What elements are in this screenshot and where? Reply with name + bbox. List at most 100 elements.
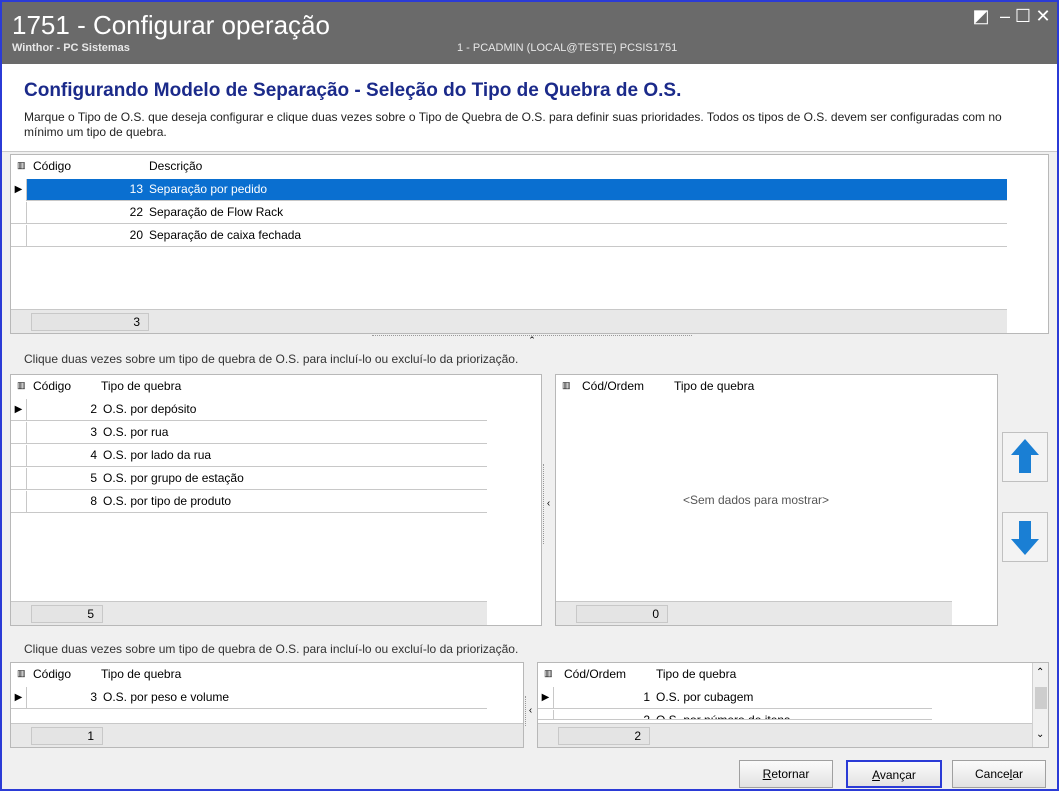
next-button[interactable]: Avançar — [846, 760, 942, 788]
row-indicator-icon: ▶ — [11, 399, 27, 421]
row-count: 0 — [576, 605, 668, 623]
row-code: 4 — [90, 448, 97, 462]
table-row[interactable]: 22 Separação de Flow Rack — [11, 202, 1007, 224]
cancel-button[interactable]: Cancelar — [952, 760, 1046, 788]
row-code: 22 — [129, 205, 143, 219]
column-chooser-icon[interactable]: ▥ — [17, 380, 26, 391]
table-row[interactable]: ▶ 2 O.S. por depósito — [11, 399, 487, 421]
column-header-type[interactable]: Tipo de quebra — [101, 379, 181, 393]
back-button-hotkey: R — [762, 767, 772, 781]
table-row[interactable]: 2 O.S. por número de itens — [538, 710, 932, 720]
scrollbar-thumb[interactable] — [1035, 687, 1047, 709]
grid-footer: 1 — [11, 723, 523, 747]
row-indicator-icon: ▶ — [11, 687, 27, 709]
column-header-code[interactable]: Código — [33, 379, 71, 393]
back-button[interactable]: Retornar — [739, 760, 833, 788]
back-button-label: etornar — [771, 767, 810, 781]
row-indicator — [11, 422, 27, 444]
row-code: 2 — [90, 402, 97, 416]
scroll-down-icon[interactable]: ⌄ — [1036, 729, 1044, 740]
table-row[interactable]: ▶ 13 Separação por pedido — [11, 179, 1007, 201]
row-indicator — [11, 445, 27, 467]
page-title: Configurando Modelo de Separação - Seleç… — [24, 80, 682, 101]
row-indicator — [11, 225, 27, 247]
column-header-type[interactable]: Tipo de quebra — [101, 667, 181, 681]
table-row[interactable]: ▶ 3 O.S. por peso e volume — [11, 687, 487, 709]
row-code: 3 — [90, 425, 97, 439]
grid-footer: 2 — [538, 723, 1032, 747]
column-header-type[interactable]: Tipo de quebra — [674, 379, 754, 393]
table-row[interactable]: 20 Separação de caixa fechada — [11, 225, 1007, 247]
hint-text: Clique duas vezes sobre um tipo de quebr… — [24, 352, 519, 366]
row-count: 1 — [31, 727, 103, 745]
wizard-header: Configurando Modelo de Separação - Seleç… — [2, 64, 1057, 152]
column-chooser-icon[interactable]: ▥ — [17, 160, 26, 171]
next-button-hotkey: A — [872, 768, 880, 782]
row-type: O.S. por rua — [103, 425, 169, 439]
vertical-splitter-handle[interactable]: ‹ — [543, 464, 553, 544]
grid-footer: 0 — [556, 601, 952, 625]
arrow-up-icon — [1011, 439, 1039, 473]
bottom-available-grid[interactable]: ▥ Código Tipo de quebra ▶ 3 O.S. por pes… — [10, 662, 524, 748]
row-type: O.S. por cubagem — [656, 690, 754, 704]
vertical-scrollbar[interactable]: ⌃ ⌄ — [1032, 663, 1048, 747]
row-type: O.S. por lado da rua — [103, 448, 212, 462]
row-description: Separação por pedido — [149, 182, 268, 196]
row-type: O.S. por número de itens — [656, 713, 791, 720]
row-indicator-icon: ▶ — [538, 687, 554, 709]
maximize-button[interactable]: ☐ — [1012, 6, 1034, 27]
table-row[interactable]: 4 O.S. por lado da rua — [11, 445, 487, 467]
move-down-button[interactable] — [1002, 512, 1048, 562]
column-header-code[interactable]: Código — [33, 159, 71, 173]
column-chooser-icon[interactable]: ▥ — [17, 668, 26, 679]
user-info: 1 - PCADMIN (LOCAL@TESTE) PCSIS1751 — [457, 42, 678, 54]
column-chooser-icon[interactable]: ▥ — [562, 380, 571, 391]
row-indicator — [11, 491, 27, 513]
column-header-type[interactable]: Tipo de quebra — [656, 667, 736, 681]
table-row[interactable]: 3 O.S. por rua — [11, 422, 487, 444]
close-button[interactable]: ✕ — [1032, 6, 1054, 27]
row-indicator — [11, 202, 27, 224]
table-row[interactable]: ▶ 1 O.S. por cubagem — [538, 687, 932, 709]
row-count: 5 — [31, 605, 103, 623]
row-code: 1 — [643, 690, 650, 704]
bottom-selected-grid[interactable]: ▥ Cód/Ordem Tipo de quebra ▶ 1 O.S. por … — [537, 662, 1049, 748]
table-row[interactable]: 5 O.S. por grupo de estação — [11, 468, 487, 490]
scroll-up-icon[interactable]: ⌃ — [1036, 667, 1044, 678]
splitter-handle[interactable]: ⌃ — [372, 335, 692, 345]
column-header-description[interactable]: Descrição — [149, 159, 202, 173]
window-subtitle: Winthor - PC Sistemas — [12, 42, 130, 54]
window-title: 1751 - Configurar operação — [12, 10, 330, 40]
row-type: O.S. por depósito — [103, 402, 197, 416]
column-header-code[interactable]: Código — [33, 667, 71, 681]
row-code: 2 — [643, 713, 650, 720]
column-chooser-icon[interactable]: ▥ — [544, 668, 553, 679]
column-header-order[interactable]: Cód/Ordem — [582, 379, 644, 393]
row-indicator-icon: ▶ — [11, 179, 27, 201]
vertical-splitter-handle[interactable]: ‹ — [525, 696, 535, 726]
column-header-order[interactable]: Cód/Ordem — [564, 667, 626, 681]
row-count: 2 — [558, 727, 650, 745]
restore-icon[interactable]: ◩ — [970, 6, 992, 27]
table-row[interactable]: 8 O.S. por tipo de produto — [11, 491, 487, 513]
selected-break-types-grid[interactable]: ▥ Cód/Ordem Tipo de quebra <Sem dados pa… — [555, 374, 998, 626]
available-break-types-grid[interactable]: ▥ Código Tipo de quebra ▶ 2 O.S. por dep… — [10, 374, 542, 626]
title-bar: 1751 - Configurar operação Winthor - PC … — [2, 2, 1057, 64]
row-indicator — [538, 710, 554, 719]
row-type: O.S. por grupo de estação — [103, 471, 244, 485]
row-code: 3 — [90, 690, 97, 704]
row-code: 20 — [129, 228, 143, 242]
row-count: 3 — [31, 313, 149, 331]
grid-footer: 5 — [11, 601, 487, 625]
hint-text: Clique duas vezes sobre um tipo de quebr… — [24, 642, 519, 656]
row-code: 13 — [129, 182, 143, 196]
os-type-grid[interactable]: ▥ Código Descrição ▶ 13 Separação por pe… — [10, 154, 1049, 334]
row-type: O.S. por peso e volume — [103, 690, 230, 704]
row-indicator — [11, 468, 27, 490]
row-code: 5 — [90, 471, 97, 485]
move-up-button[interactable] — [1002, 432, 1048, 482]
row-description: Separação de caixa fechada — [149, 228, 302, 242]
empty-message: <Sem dados para mostrar> — [682, 493, 830, 507]
cancel-button-label-end: ar — [1012, 767, 1024, 781]
main-window: 1751 - Configurar operação Winthor - PC … — [0, 0, 1059, 791]
